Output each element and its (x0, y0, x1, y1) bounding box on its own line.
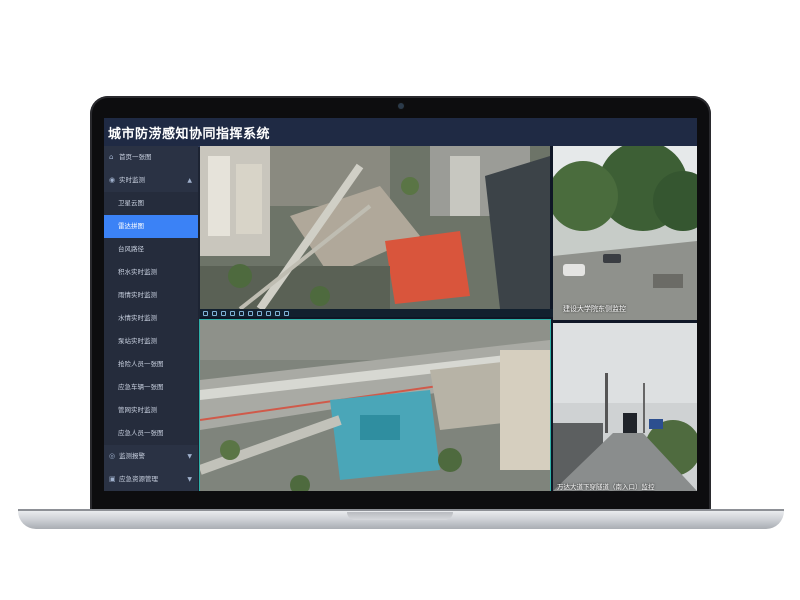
sidebar-item-satellite[interactable]: 卫星云图 (104, 192, 198, 215)
sidebar-nav: ⌂ 首页一张图 ◉ 实时监测 ▲ 卫星云图 雷达拼图 台风路径 积水实时监测 雨情实… (104, 146, 198, 491)
zoom-in-icon[interactable] (239, 310, 244, 316)
sidebar-item-label: 应急资源管理 (119, 475, 158, 483)
snapshot-icon[interactable] (221, 310, 226, 316)
sidebar-item-rescue-staff[interactable]: 抢险人员一张图 (104, 353, 198, 376)
tunnel-entrance-image (553, 323, 697, 491)
sidebar-item-label: 应急车辆一张图 (118, 383, 164, 391)
laptop-notch (347, 512, 453, 520)
sidebar-item-label: 应急人员一张图 (118, 429, 164, 437)
sidebar-item-label: 监测报警 (119, 452, 145, 460)
webcam-icon (398, 103, 404, 109)
camera-feed-aerial-1[interactable] (200, 146, 550, 309)
sidebar-item-label: 雷达拼图 (118, 222, 144, 230)
aerial-highway-image (200, 320, 550, 491)
sidebar-item-pumpstation[interactable]: 泵站实时监测 (104, 330, 198, 353)
sidebar-item-label: 管网实时监测 (118, 406, 157, 414)
sidebar-item-emergency-vehicles[interactable]: 应急车辆一张图 (104, 376, 198, 399)
camera-feed-campus[interactable]: 建设大学院东侧监控 (553, 146, 697, 320)
sidebar-item-resources[interactable]: ▣ 应急资源管理 ▼ (104, 468, 198, 491)
resource-icon: ▣ (109, 475, 116, 483)
sidebar-item-waterlogging[interactable]: 积水实时监测 (104, 261, 198, 284)
campus-street-image (553, 146, 697, 320)
sidebar-item-label: 雨情实时监测 (118, 291, 157, 299)
sidebar-item-label: 台风路径 (118, 245, 144, 253)
grid-icon[interactable] (284, 310, 289, 316)
camera-feed-tunnel[interactable]: 万达大道下穿隧道（南入口）监控 (553, 323, 697, 491)
zoom-out-icon[interactable] (248, 310, 253, 316)
play-icon[interactable] (203, 310, 208, 316)
camera-caption: 万达大道下穿隧道（南入口）监控 (557, 483, 655, 491)
camera-feed-aerial-2[interactable] (199, 319, 551, 491)
chevron-down-icon: ▼ (187, 476, 192, 483)
sidebar-item-label: 泵站实时监测 (118, 337, 157, 345)
chevron-down-icon: ▼ (187, 453, 192, 460)
sidebar-item-radar[interactable]: 雷达拼图 (104, 215, 198, 238)
sidebar-item-realtime[interactable]: ◉ 实时监测 ▲ (104, 169, 198, 192)
sidebar-item-typhoon[interactable]: 台风路径 (104, 238, 198, 261)
aerial-city-image (200, 146, 550, 309)
audio-icon[interactable] (275, 310, 280, 316)
sidebar-item-waterlevel[interactable]: 水情实时监测 (104, 307, 198, 330)
sidebar-item-label: 水情实时监测 (118, 314, 157, 322)
sidebar-item-home[interactable]: ⌂ 首页一张图 (104, 146, 198, 169)
sidebar-item-label: 卫星云图 (118, 199, 144, 207)
sidebar-item-alarm[interactable]: ◎ 监测报警 ▼ (104, 445, 198, 468)
sidebar: ⌂ 首页一张图 ◉ 实时监测 ▲ 卫星云图 雷达拼图 台风路径 积水实时监测 雨情实… (104, 146, 198, 491)
alarm-icon: ◎ (109, 452, 116, 460)
app-screen: 城市防涝感知协同指挥系统 ⌂ 首页一张图 ◉ 实时监测 ▲ 卫星云图 雷达拼图 台风… (104, 118, 697, 491)
sidebar-item-pipe-network[interactable]: 管网实时监测 (104, 399, 198, 422)
monitor-icon: ◉ (109, 176, 116, 184)
sidebar-item-label: 积水实时监测 (118, 268, 157, 276)
sidebar-item-label: 首页一张图 (119, 153, 152, 161)
video-toolbar (200, 309, 553, 317)
settings-icon[interactable] (266, 310, 271, 316)
record-icon[interactable] (230, 310, 235, 316)
app-title: 城市防涝感知协同指挥系统 (108, 127, 271, 142)
app-header: 城市防涝感知协同指挥系统 (104, 118, 697, 147)
sidebar-item-label: 实时监测 (119, 176, 145, 184)
sidebar-item-emergency-staff[interactable]: 应急人员一张图 (104, 422, 198, 445)
sidebar-item-rainfall[interactable]: 雨情实时监测 (104, 284, 198, 307)
pause-icon[interactable] (212, 310, 217, 316)
fullscreen-icon[interactable] (257, 310, 262, 316)
chevron-up-icon: ▲ (187, 177, 192, 184)
sidebar-item-label: 抢险人员一张图 (118, 360, 164, 368)
home-icon: ⌂ (109, 153, 114, 161)
camera-caption: 建设大学院东侧监控 (563, 305, 626, 313)
